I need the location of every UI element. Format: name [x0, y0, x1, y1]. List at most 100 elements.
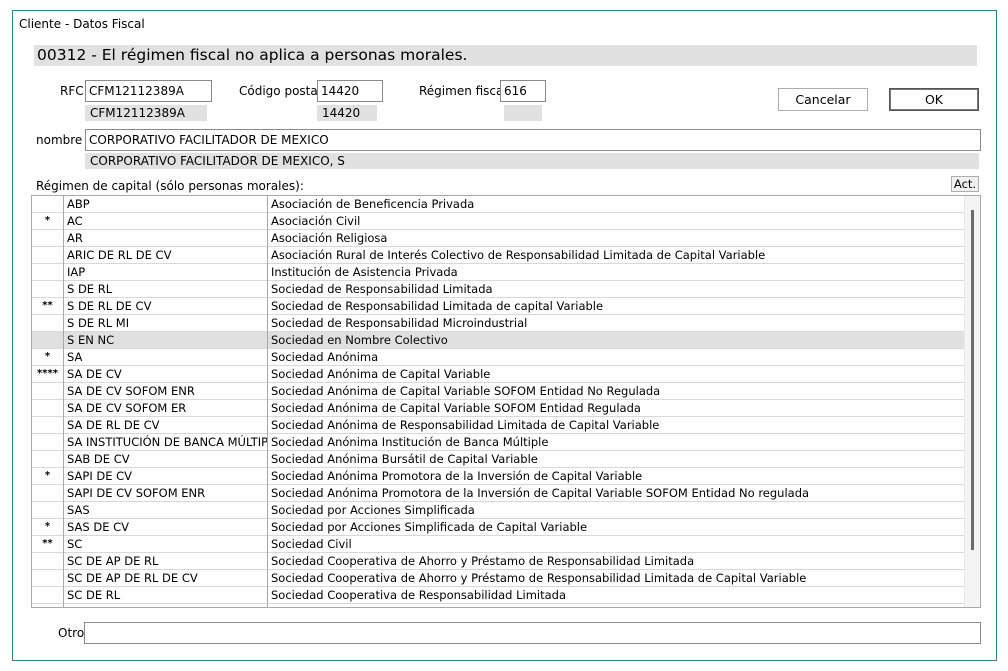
row-marker	[32, 332, 64, 349]
regime-code: ABP	[64, 196, 268, 213]
regime-code: SA DE CV SOFOM ENR	[64, 383, 268, 400]
table-row[interactable]: AR Asociación Religiosa	[32, 230, 966, 247]
tax-regime-input[interactable]: 616	[500, 80, 546, 102]
row-marker: **	[32, 298, 64, 315]
regime-code: S DE RL	[64, 281, 268, 298]
regime-description: Asociación de Beneficencia Privada	[271, 197, 475, 211]
name-input[interactable]: CORPORATIVO FACILITADOR DE MEXICO	[85, 129, 981, 151]
row-marker	[32, 247, 64, 264]
tax-regime-original-value	[504, 105, 542, 121]
regime-description: Institución de Asistencia Privada	[271, 265, 458, 279]
other-input[interactable]	[84, 622, 981, 644]
regime-code: SC DE RL DE CV	[64, 604, 268, 607]
table-row[interactable]: SAPI DE CV SOFOM ENR Sociedad Anónima Pro…	[32, 485, 966, 502]
table-row[interactable]: IAP Institución de Asistencia Privada	[32, 264, 966, 281]
table-row[interactable]: S DE RL Sociedad de Responsabilidad Limit…	[32, 281, 966, 298]
row-marker	[32, 604, 64, 607]
regime-code: SA	[64, 349, 268, 366]
table-row[interactable]: SC DE AP DE RL DE CV Sociedad Cooperativa…	[32, 570, 966, 587]
regime-code: SA DE RL DE CV	[64, 417, 268, 434]
regime-description: Sociedad por Acciones Simplificada de Ca…	[271, 520, 588, 534]
refresh-button[interactable]: Act.	[951, 176, 979, 192]
row-marker: **	[32, 536, 64, 553]
row-marker: *	[32, 349, 64, 366]
regime-description: Sociedad Civil	[271, 537, 352, 551]
regime-description: Sociedad Anónima Bursátil de Capital Var…	[271, 452, 538, 466]
regime-code: SA DE CV SOFOM ER	[64, 400, 268, 417]
rfc-label: RFC:	[60, 84, 88, 98]
window-title: Cliente - Datos Fiscal	[19, 17, 145, 31]
row-marker: ****	[32, 366, 64, 383]
row-marker	[32, 281, 64, 298]
table-row[interactable]: ABP Asociación de Beneficencia Privada	[32, 196, 966, 213]
regime-code: S DE RL MI	[64, 315, 268, 332]
regime-code: SC DE RL	[64, 587, 268, 604]
regime-description: Sociedad Cooperativa de Responsabilidad …	[271, 588, 567, 602]
table-row[interactable]: * SA Sociedad Anónima	[32, 349, 966, 366]
regime-code: AC	[64, 213, 268, 230]
regime-description: Asociación Religiosa	[271, 231, 388, 245]
row-marker	[32, 587, 64, 604]
row-marker: *	[32, 468, 64, 485]
postal-code-input[interactable]: 14420	[317, 80, 383, 102]
table-row[interactable]: SAS Sociedad por Acciones Simplificada	[32, 502, 966, 519]
regime-code: SC DE AP DE RL	[64, 553, 268, 570]
row-marker	[32, 451, 64, 468]
regime-description: Sociedad Cooperativa de Responsabilidad …	[268, 604, 966, 607]
table-row[interactable]: * AC Asociación Civil	[32, 213, 966, 230]
vertical-scrollbar[interactable]	[964, 196, 980, 607]
regime-code: SC DE AP DE RL DE CV	[64, 570, 268, 587]
name-label: nombre	[36, 133, 83, 147]
table-row[interactable]: ** SC Sociedad Civil	[32, 536, 966, 553]
table-row[interactable]: S DE RL MI Sociedad de Responsabilidad Mi…	[32, 315, 966, 332]
regime-description: Sociedad Anónima de Capital Variable SOF…	[271, 384, 661, 398]
capital-regime-table[interactable]: ABP Asociación de Beneficencia Privada * AC…	[31, 195, 981, 608]
row-marker	[32, 196, 64, 213]
table-row[interactable]: * SAS DE CV Sociedad por Acciones Simplifi…	[32, 519, 966, 536]
regime-code: S EN NC	[64, 332, 268, 349]
table-row[interactable]: ARIC DE RL DE CV Asociación Rural de Inte…	[32, 247, 966, 264]
capital-regime-label: Régimen de capital (sólo personas morale…	[36, 179, 304, 193]
regime-description: Sociedad por Acciones Simplificada	[271, 503, 475, 517]
rfc-input[interactable]: CFM12112389A	[85, 80, 212, 102]
regime-code: SAB DE CV	[64, 451, 268, 468]
table-row[interactable]: * SAPI DE CV Sociedad Anónima Promotora de…	[32, 468, 966, 485]
regime-description: Sociedad Anónima de Capital Variable SOF…	[271, 401, 641, 415]
table-row[interactable]: ** S DE RL DE CV Sociedad de Responsabilid…	[32, 298, 966, 315]
table-row[interactable]: SAB DE CV Sociedad Anónima Bursátil de Ca…	[32, 451, 966, 468]
table-row[interactable]: SA INSTITUCIÓN DE BANCA MÚLTIPLE Sociedad…	[32, 434, 966, 451]
row-marker	[32, 315, 64, 332]
name-original-value: CORPORATIVO FACILITADOR DE MEXICO, S	[85, 153, 979, 169]
regime-description: Sociedad Anónima Promotora de la Inversi…	[271, 486, 810, 500]
scrollbar-thumb[interactable]	[971, 210, 974, 550]
cancel-button[interactable]: Cancelar	[778, 88, 868, 111]
regime-description: Sociedad Anónima	[271, 350, 379, 364]
regime-description: Sociedad Cooperativa de Ahorro y Préstam…	[271, 571, 807, 585]
regime-code: SAS	[64, 502, 268, 519]
row-marker	[32, 400, 64, 417]
regime-code: SAPI DE CV	[64, 468, 268, 485]
postal-code-label: Código postal:	[239, 84, 326, 98]
row-marker	[32, 570, 64, 587]
table-row[interactable]: SC DE RL Sociedad Cooperativa de Responsa…	[32, 587, 966, 604]
table-row[interactable]: SC DE RL DE CVSociedad Cooperativa de Re…	[32, 604, 966, 607]
row-marker: *	[32, 213, 64, 230]
table-row[interactable]: SA DE CV SOFOM ER Sociedad Anónima de Cap…	[32, 400, 966, 417]
row-marker	[32, 485, 64, 502]
regime-description: Sociedad Anónima de Responsabilidad Limi…	[271, 418, 660, 432]
regime-description: Sociedad de Responsabilidad Limitada de …	[271, 299, 604, 313]
table-row[interactable]: SA DE RL DE CV Sociedad Anónima de Respon…	[32, 417, 966, 434]
regime-code: SA DE CV	[64, 366, 268, 383]
regime-description: Sociedad de Responsabilidad Microindustr…	[271, 316, 528, 330]
regime-description: Sociedad Anónima Promotora de la Inversi…	[271, 469, 643, 483]
regime-description: Sociedad Cooperativa de Ahorro y Préstam…	[271, 554, 695, 568]
row-marker	[32, 417, 64, 434]
table-row[interactable]: SC DE AP DE RL Sociedad Cooperativa de Ah…	[32, 553, 966, 570]
ok-button[interactable]: OK	[889, 88, 979, 111]
table-row[interactable]: SA DE CV SOFOM ENR Sociedad Anónima de Ca…	[32, 383, 966, 400]
table-row[interactable]: **** SA DE CV Sociedad Anónima de Capital …	[32, 366, 966, 383]
table-row[interactable]: S EN NC Sociedad en Nombre Colectivo	[32, 332, 966, 349]
tax-regime-label: Régimen fiscal:	[419, 84, 511, 98]
postal-code-original-value: 14420	[317, 105, 377, 121]
regime-code: SC	[64, 536, 268, 553]
